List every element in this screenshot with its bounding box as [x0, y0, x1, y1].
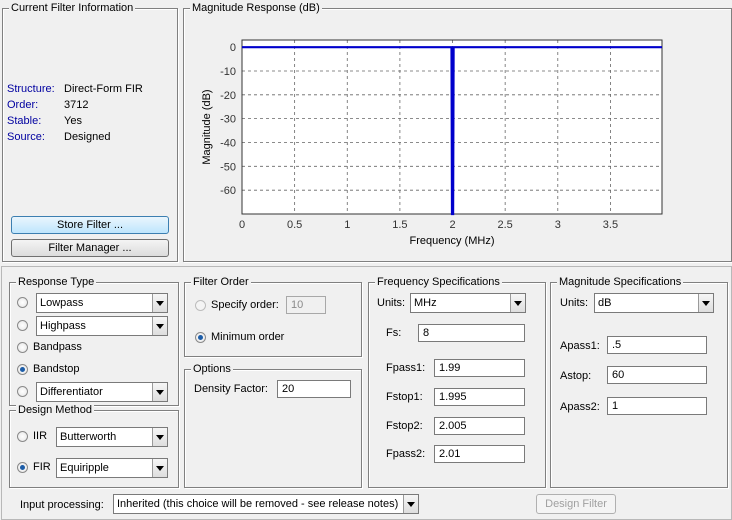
highpass-select-value: Highpass — [40, 320, 86, 332]
astop-label: Astop: — [560, 370, 592, 382]
y-tick-label: -60 — [220, 185, 236, 197]
input-processing-select[interactable]: Inherited (this choice will be removed -… — [113, 494, 419, 514]
iir-radio[interactable] — [17, 431, 28, 442]
highpass-radio[interactable] — [17, 320, 28, 331]
source-label: Source: — [7, 131, 45, 143]
differentiator-select[interactable]: Differentiator — [36, 382, 168, 402]
fpass1-label: Fpass1: — [386, 362, 426, 374]
options-title: Options — [191, 363, 233, 376]
apass1-input[interactable] — [607, 336, 707, 354]
magnitude-units-value: dB — [598, 297, 612, 309]
apass2-input[interactable] — [607, 397, 707, 415]
design-filter-button[interactable]: Design Filter — [536, 494, 616, 514]
stable-value: Yes — [64, 115, 82, 127]
x-axis-label: Frequency (MHz) — [410, 235, 495, 247]
filter-order-group: Filter Order — [184, 276, 362, 357]
y-tick-label: -40 — [220, 137, 236, 149]
fpass2-label: Fpass2: — [386, 448, 426, 460]
minimum-order-radio[interactable] — [195, 332, 206, 343]
y-axis-label: Magnitude (dB) — [201, 89, 213, 164]
y-tick-label: -50 — [220, 161, 236, 173]
fstop2-label: Fstop2: — [386, 420, 423, 432]
bandpass-label[interactable]: Bandpass — [33, 340, 82, 354]
density-factor-input[interactable] — [277, 380, 351, 398]
bandpass-radio[interactable] — [17, 342, 28, 353]
chevron-down-icon — [152, 317, 167, 335]
x-tick-label: 0 — [239, 219, 245, 231]
fir-radio[interactable] — [17, 462, 28, 473]
response-type-title: Response Type — [16, 276, 97, 289]
fstop2-input[interactable] — [434, 417, 525, 435]
magnitude-specs-title: Magnitude Specifications — [557, 276, 684, 289]
store-filter-button[interactable]: Store Filter ... — [11, 216, 169, 234]
specify-order-radio[interactable] — [195, 300, 206, 311]
magnitude-units-label: Units: — [560, 297, 589, 309]
chevron-down-icon — [152, 383, 167, 401]
input-processing-value: Inherited (this choice will be removed -… — [117, 498, 399, 510]
chevron-down-icon — [152, 294, 167, 312]
frequency-specs-title: Frequency Specifications — [375, 276, 502, 289]
fstop1-input[interactable] — [434, 388, 525, 406]
bandstop-radio[interactable] — [17, 364, 28, 375]
chevron-down-icon — [403, 495, 418, 513]
magnitude-response-title: Magnitude Response (dB) — [190, 2, 322, 15]
source-value: Designed — [64, 131, 111, 143]
apass2-label: Apass2: — [560, 401, 600, 413]
structure-value: Direct-Form FIR — [64, 83, 143, 95]
fpass1-input[interactable] — [434, 359, 525, 377]
differentiator-radio[interactable] — [17, 386, 28, 397]
lowpass-select[interactable]: Lowpass — [36, 293, 168, 313]
order-label: Order: — [7, 99, 39, 111]
current-filter-info-title: Current Filter Information — [9, 2, 136, 15]
filter-manager-button[interactable]: Filter Manager ... — [11, 239, 169, 257]
density-factor-label: Density Factor: — [194, 383, 268, 395]
chevron-down-icon — [152, 459, 167, 477]
iir-method-select[interactable]: Butterworth — [56, 427, 168, 447]
minimum-order-label[interactable]: Minimum order — [211, 330, 284, 344]
iir-label[interactable]: IIR — [33, 429, 47, 443]
iir-method-value: Butterworth — [60, 431, 117, 443]
chevron-down-icon — [698, 294, 713, 312]
order-value: 3712 — [64, 99, 89, 111]
fs-label: Fs: — [386, 327, 402, 339]
y-tick-label: -10 — [220, 66, 236, 78]
astop-input[interactable] — [607, 366, 707, 384]
magnitude-response-chart: 0 0.5 1 1.5 2 2.5 3 3.5 0 -10 -20 -30 -40 -50 -60 Frequ… — [201, 39, 663, 247]
x-tick-label: 3 — [555, 219, 561, 231]
frequency-units-label: Units: — [377, 297, 406, 309]
y-tick-label: -30 — [220, 114, 236, 126]
chevron-down-icon — [510, 294, 525, 312]
design-method-title: Design Method — [16, 404, 94, 417]
x-tick-label: 2.5 — [498, 219, 513, 231]
fir-label[interactable]: FIR — [33, 460, 51, 474]
lowpass-radio[interactable] — [17, 297, 28, 308]
frequency-units-value: MHz — [414, 297, 437, 309]
bandstop-label[interactable]: Bandstop — [33, 362, 79, 376]
x-tick-label: 3.5 — [603, 219, 618, 231]
x-tick-label: 1 — [344, 219, 350, 231]
x-tick-label: 0.5 — [287, 219, 302, 231]
chevron-down-icon — [152, 428, 167, 446]
x-tick-label: 1.5 — [392, 219, 407, 231]
x-tick-label: 2 — [449, 219, 455, 231]
stable-label: Stable: — [7, 115, 42, 127]
apass1-label: Apass1: — [560, 340, 600, 352]
frequency-units-select[interactable]: MHz — [410, 293, 526, 313]
fir-method-value: Equiripple — [60, 462, 109, 474]
structure-label: Structure: — [7, 83, 55, 95]
magnitude-units-select[interactable]: dB — [594, 293, 714, 313]
lowpass-select-value: Lowpass — [40, 297, 84, 309]
differentiator-select-value: Differentiator — [40, 386, 103, 398]
fir-method-select[interactable]: Equiripple — [56, 458, 168, 478]
specify-order-input[interactable] — [286, 296, 326, 314]
highpass-select[interactable]: Highpass — [36, 316, 168, 336]
filter-order-title: Filter Order — [191, 276, 251, 289]
y-tick-label: -20 — [220, 90, 236, 102]
specify-order-label[interactable]: Specify order: — [211, 298, 279, 312]
fpass2-input[interactable] — [434, 445, 525, 463]
fs-input[interactable] — [418, 324, 525, 342]
fstop1-label: Fstop1: — [386, 391, 423, 403]
input-processing-label: Input processing: — [20, 499, 104, 511]
y-tick-label: 0 — [230, 42, 236, 54]
